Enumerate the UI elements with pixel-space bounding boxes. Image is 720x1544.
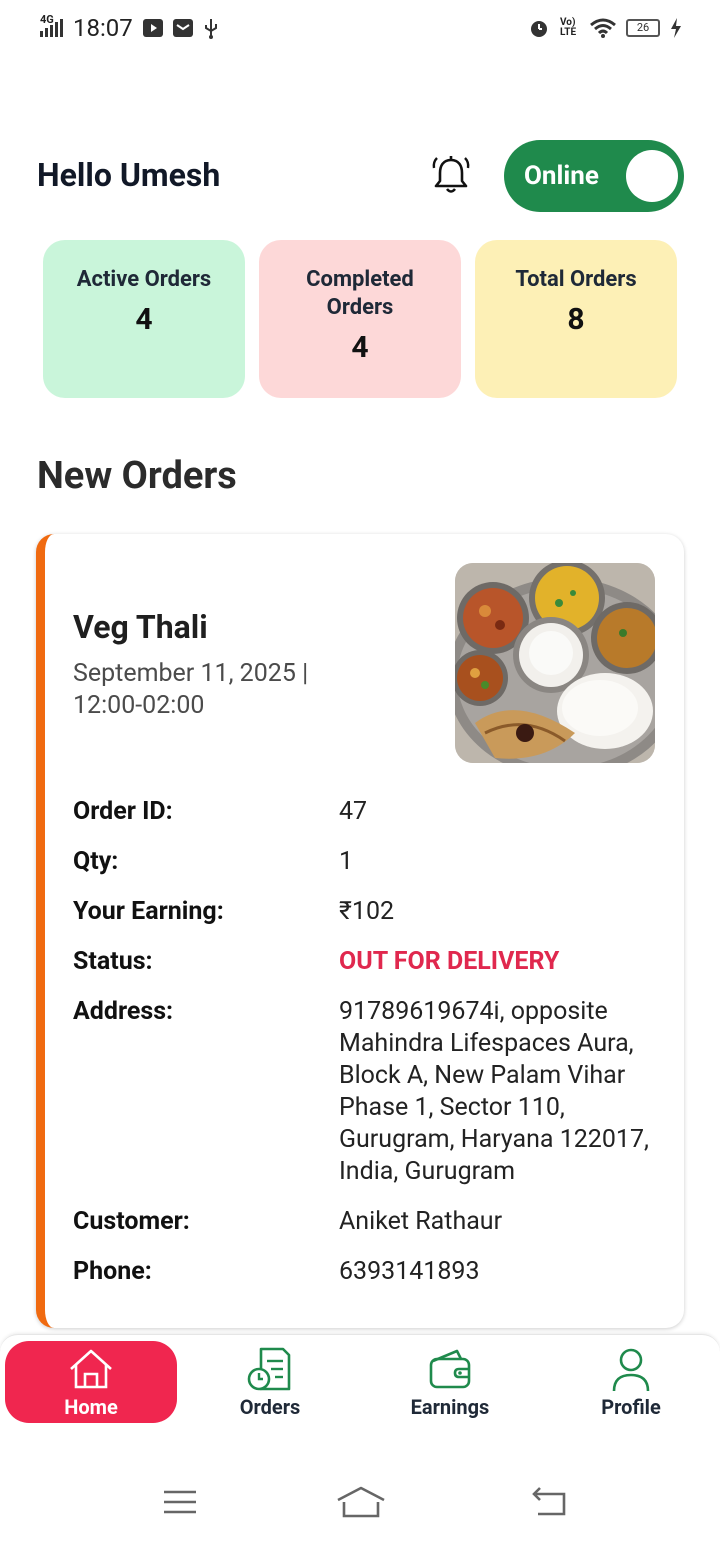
- total-orders-card[interactable]: Total Orders 8: [475, 240, 677, 398]
- status-value: OUT FOR DELIVERY: [339, 947, 560, 976]
- field-label: Order ID:: [73, 797, 173, 826]
- alarm-icon: [531, 21, 547, 37]
- nav-orders[interactable]: Orders: [184, 1341, 356, 1423]
- nav-label: Orders: [239, 1395, 301, 1419]
- home-button-icon[interactable]: [336, 1484, 386, 1520]
- mail-icon: [172, 19, 193, 37]
- menu-icon[interactable]: [162, 1484, 198, 1520]
- notification-bell-icon[interactable]: [428, 152, 474, 198]
- order-datetime: September 11, 2025 | 12:00-02:00: [73, 659, 309, 720]
- phone-row: Phone: 6393141893: [73, 1256, 663, 1288]
- field-label: Customer:: [73, 1207, 190, 1236]
- charging-icon: [671, 18, 681, 38]
- phone-value[interactable]: 6393141893: [339, 1256, 480, 1288]
- bottom-navigation: Home Orders Earnings Profile: [0, 1334, 720, 1460]
- field-label: Qty:: [73, 847, 119, 876]
- stat-label: Total Orders: [515, 267, 637, 292]
- volte-indicator: Vo) LTE: [560, 17, 577, 38]
- status-bar: 4G 18:07 Vo) LTE 26: [0, 0, 720, 56]
- nav-earnings[interactable]: Earnings: [364, 1341, 536, 1423]
- nav-home[interactable]: Home: [5, 1341, 177, 1423]
- field-label: Phone:: [73, 1257, 152, 1286]
- network-type: 4G: [40, 13, 54, 26]
- address-value: 91789619674i, opposite Mahindra Lifespac…: [339, 997, 649, 1186]
- back-icon[interactable]: [530, 1484, 568, 1520]
- completed-orders-card[interactable]: Completed Orders 4: [259, 240, 461, 398]
- home-icon: [70, 1349, 112, 1389]
- battery-icon: 26: [626, 19, 660, 37]
- order-id-row: Order ID: 47: [73, 796, 663, 828]
- address-row: Address: 91789619674i, opposite Mahindra…: [73, 996, 663, 1188]
- order-details: Order ID: 47 Qty: 1 Your Earning: ₹102 S…: [73, 796, 663, 1306]
- qty-value: 1: [339, 847, 354, 876]
- earning-row: Your Earning: ₹102: [73, 896, 663, 928]
- usb-icon: [204, 19, 217, 39]
- stat-value: 4: [351, 330, 369, 365]
- field-label: Status:: [73, 947, 153, 976]
- stat-value: 8: [567, 302, 585, 337]
- customer-value: Aniket Rathaur: [339, 1207, 503, 1236]
- stat-value: 4: [135, 302, 153, 337]
- stat-label: Completed Orders: [306, 267, 414, 320]
- section-title: New Orders: [37, 454, 237, 498]
- active-orders-card[interactable]: Active Orders 4: [43, 240, 245, 398]
- profile-icon: [612, 1348, 650, 1392]
- nav-label: Home: [64, 1395, 118, 1419]
- nav-profile[interactable]: Profile: [545, 1341, 717, 1423]
- orders-icon: [247, 1347, 291, 1391]
- order-item-name: Veg Thali: [73, 608, 208, 646]
- online-toggle[interactable]: Online: [504, 140, 684, 212]
- toggle-knob: [626, 150, 678, 202]
- order-card[interactable]: Veg Thali September 11, 2025 | 12:00-02:…: [36, 534, 684, 1328]
- stat-label: Active Orders: [76, 267, 212, 292]
- system-navigation-bar: [0, 1460, 720, 1544]
- online-toggle-label: Online: [524, 161, 599, 191]
- cellular-signal-icon: 4G: [40, 13, 63, 37]
- greeting: Hello Umesh: [37, 156, 221, 194]
- wifi-icon: [590, 18, 616, 38]
- qty-row: Qty: 1: [73, 846, 663, 878]
- order-id-value: 47: [339, 797, 368, 826]
- field-label: Your Earning:: [73, 897, 224, 926]
- nav-label: Profile: [601, 1395, 661, 1419]
- earning-value: ₹102: [339, 897, 395, 926]
- clock: 18:07: [73, 14, 133, 42]
- nav-label: Earnings: [410, 1395, 490, 1419]
- field-label: Address:: [73, 997, 174, 1026]
- youtube-icon: [142, 19, 163, 37]
- wallet-icon: [429, 1349, 471, 1389]
- customer-row: Customer: Aniket Rathaur: [73, 1206, 663, 1238]
- status-row: Status: OUT FOR DELIVERY: [73, 946, 663, 978]
- food-image: [455, 563, 655, 763]
